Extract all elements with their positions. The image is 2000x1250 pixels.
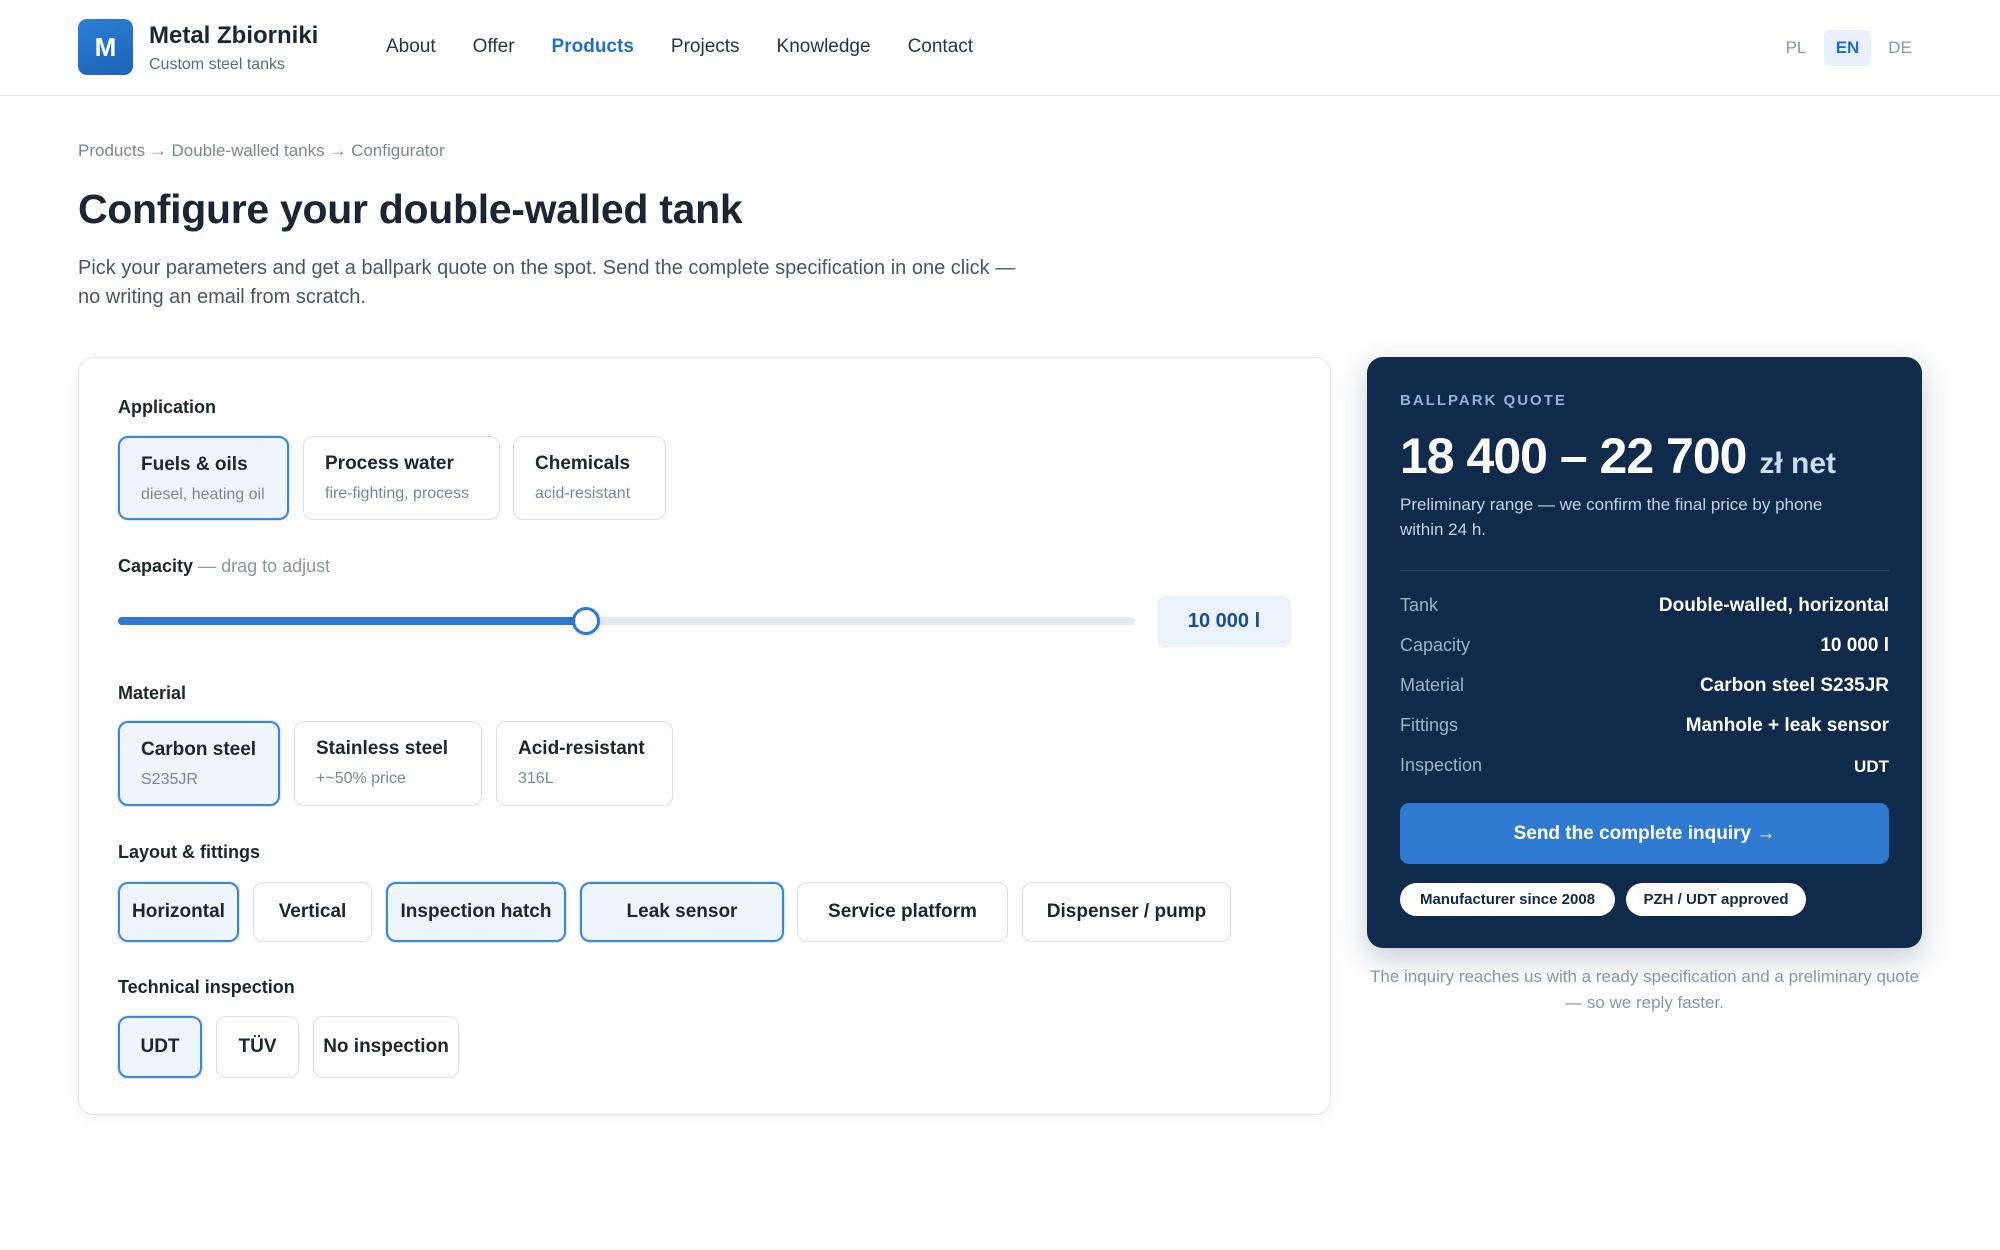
option-subtitle: fire-fighting, process xyxy=(325,485,470,502)
fitting-option-service-platform[interactable]: Service platform xyxy=(797,882,1008,942)
spec-value-inspection: UDT xyxy=(1854,757,1889,776)
quote-range-value: 18 400 – 22 700 xyxy=(1400,428,1747,484)
quote-kicker: BALLPARK QUOTE xyxy=(1400,392,1567,409)
material-option-carbon-steel[interactable]: Carbon steel S235JR xyxy=(118,721,280,806)
send-inquiry-button[interactable]: Send the complete inquiry → xyxy=(1400,803,1889,864)
brand-tagline: Custom steel tanks xyxy=(149,56,286,73)
capacity-slider-fill xyxy=(118,617,586,625)
page-title: Configure your double-walled tank xyxy=(78,186,743,232)
capacity-slider-thumb[interactable] xyxy=(571,607,600,635)
inspection-option-udt[interactable]: UDT xyxy=(118,1016,202,1078)
material-option-stainless-steel[interactable]: Stainless steel +~50% price xyxy=(294,721,482,806)
capacity-hint: — drag to adjust xyxy=(198,556,331,576)
layout-option-vertical[interactable]: Vertical xyxy=(253,882,372,942)
badge-approved: PZH / UDT approved xyxy=(1626,883,1806,916)
option-subtitle: +~50% price xyxy=(316,770,406,787)
breadcrumb[interactable]: Products → Double-walled tanks → Configu… xyxy=(78,141,445,161)
spec-value-tank: Double-walled, horizontal xyxy=(1658,595,1889,616)
layout-option-horizontal[interactable]: Horizontal xyxy=(118,882,239,942)
option-subtitle: 316L xyxy=(518,770,554,787)
spec-label-tank: Tank xyxy=(1400,595,1439,615)
option-subtitle: S235JR xyxy=(141,771,198,788)
page-lead: Pick your parameters and get a ballpark … xyxy=(78,257,1016,308)
quote-price-range: 18 400 – 22 700 zł net xyxy=(1400,427,1836,485)
capacity-label-text: Capacity xyxy=(118,556,194,576)
option-title: Carbon steel xyxy=(141,739,257,760)
nav-item-about[interactable]: About xyxy=(386,36,436,58)
option-title: No inspection xyxy=(323,1036,449,1057)
option-title: Process water xyxy=(325,453,454,474)
quote-unit: zł net xyxy=(1759,447,1837,480)
site-header: M Metal Zbiorniki Custom steel tanks Abo… xyxy=(0,0,2000,96)
option-title: Dispenser / pump xyxy=(1046,901,1207,922)
option-title: Leak sensor xyxy=(626,901,738,922)
spec-label-material: Material xyxy=(1400,675,1465,695)
option-title: Stainless steel xyxy=(316,738,449,759)
option-title: Service platform xyxy=(828,901,977,922)
application-label: Application xyxy=(118,397,216,417)
quote-note: Preliminary range — we confirm the final… xyxy=(1400,495,1823,539)
option-title: UDT xyxy=(140,1036,180,1057)
spec-label-fittings: Fittings xyxy=(1400,715,1459,735)
inspection-option-tuv[interactable]: TÜV xyxy=(216,1016,299,1078)
material-label: Material xyxy=(118,683,187,703)
option-title: Vertical xyxy=(278,901,347,922)
application-option-chemicals[interactable]: Chemicals acid-resistant xyxy=(513,436,666,520)
main-nav: About Offer Products Projects Knowledge … xyxy=(386,36,1010,58)
capacity-slider[interactable] xyxy=(118,607,1135,635)
layout-label: Layout & fittings xyxy=(118,842,260,862)
lang-pl[interactable]: PL xyxy=(1778,30,1814,66)
badge-manufacturer: Manufacturer since 2008 xyxy=(1400,883,1615,916)
spec-value-material: Carbon steel S235JR xyxy=(1699,675,1889,696)
option-title: Inspection hatch xyxy=(400,901,552,922)
option-subtitle: acid-resistant xyxy=(535,485,631,502)
inspection-label: Technical inspection xyxy=(118,977,295,997)
fitting-option-leak-sensor[interactable]: Leak sensor xyxy=(580,882,784,942)
spec-value-capacity: 10 000 l xyxy=(1820,635,1889,656)
spec-label-inspection: Inspection xyxy=(1400,755,1483,775)
material-option-acid-resistant[interactable]: Acid-resistant 316L xyxy=(496,721,673,806)
quote-divider xyxy=(1400,570,1889,571)
option-title: Acid-resistant xyxy=(518,738,645,759)
lang-de[interactable]: DE xyxy=(1881,30,1919,66)
capacity-label: Capacity — drag to adjust xyxy=(118,556,330,577)
lang-en[interactable]: EN xyxy=(1824,30,1871,66)
nav-item-knowledge[interactable]: Knowledge xyxy=(777,36,871,58)
fitting-option-dispenser-pump[interactable]: Dispenser / pump xyxy=(1022,882,1231,942)
nav-item-products[interactable]: Products xyxy=(552,36,634,58)
option-subtitle: diesel, heating oil xyxy=(141,486,265,503)
option-title: Fuels & oils xyxy=(141,454,248,475)
application-option-process-water[interactable]: Process water fire-fighting, process xyxy=(303,436,500,520)
logo-icon[interactable]: M xyxy=(78,19,133,75)
nav-item-offer[interactable]: Offer xyxy=(473,36,515,58)
quote-footnote: The inquiry reaches us with a ready spec… xyxy=(1369,967,1919,1012)
option-title: TÜV xyxy=(238,1036,277,1057)
fitting-option-inspection-hatch[interactable]: Inspection hatch xyxy=(386,882,566,942)
option-title: Horizontal xyxy=(132,901,225,922)
quote-card: BALLPARK QUOTE 18 400 – 22 700 zł net Pr… xyxy=(1367,357,1922,948)
spec-label-capacity: Capacity xyxy=(1400,635,1471,655)
brand-name[interactable]: Metal Zbiorniki xyxy=(149,22,318,50)
capacity-value: 10 000 l xyxy=(1157,596,1291,647)
application-option-fuels[interactable]: Fuels & oils diesel, heating oil xyxy=(118,436,289,520)
inspection-option-none[interactable]: No inspection xyxy=(313,1016,459,1078)
option-title: Chemicals xyxy=(535,453,631,474)
spec-value-fittings: Manhole + leak sensor xyxy=(1685,715,1889,736)
nav-item-projects[interactable]: Projects xyxy=(671,36,740,58)
nav-item-contact[interactable]: Contact xyxy=(908,36,973,58)
